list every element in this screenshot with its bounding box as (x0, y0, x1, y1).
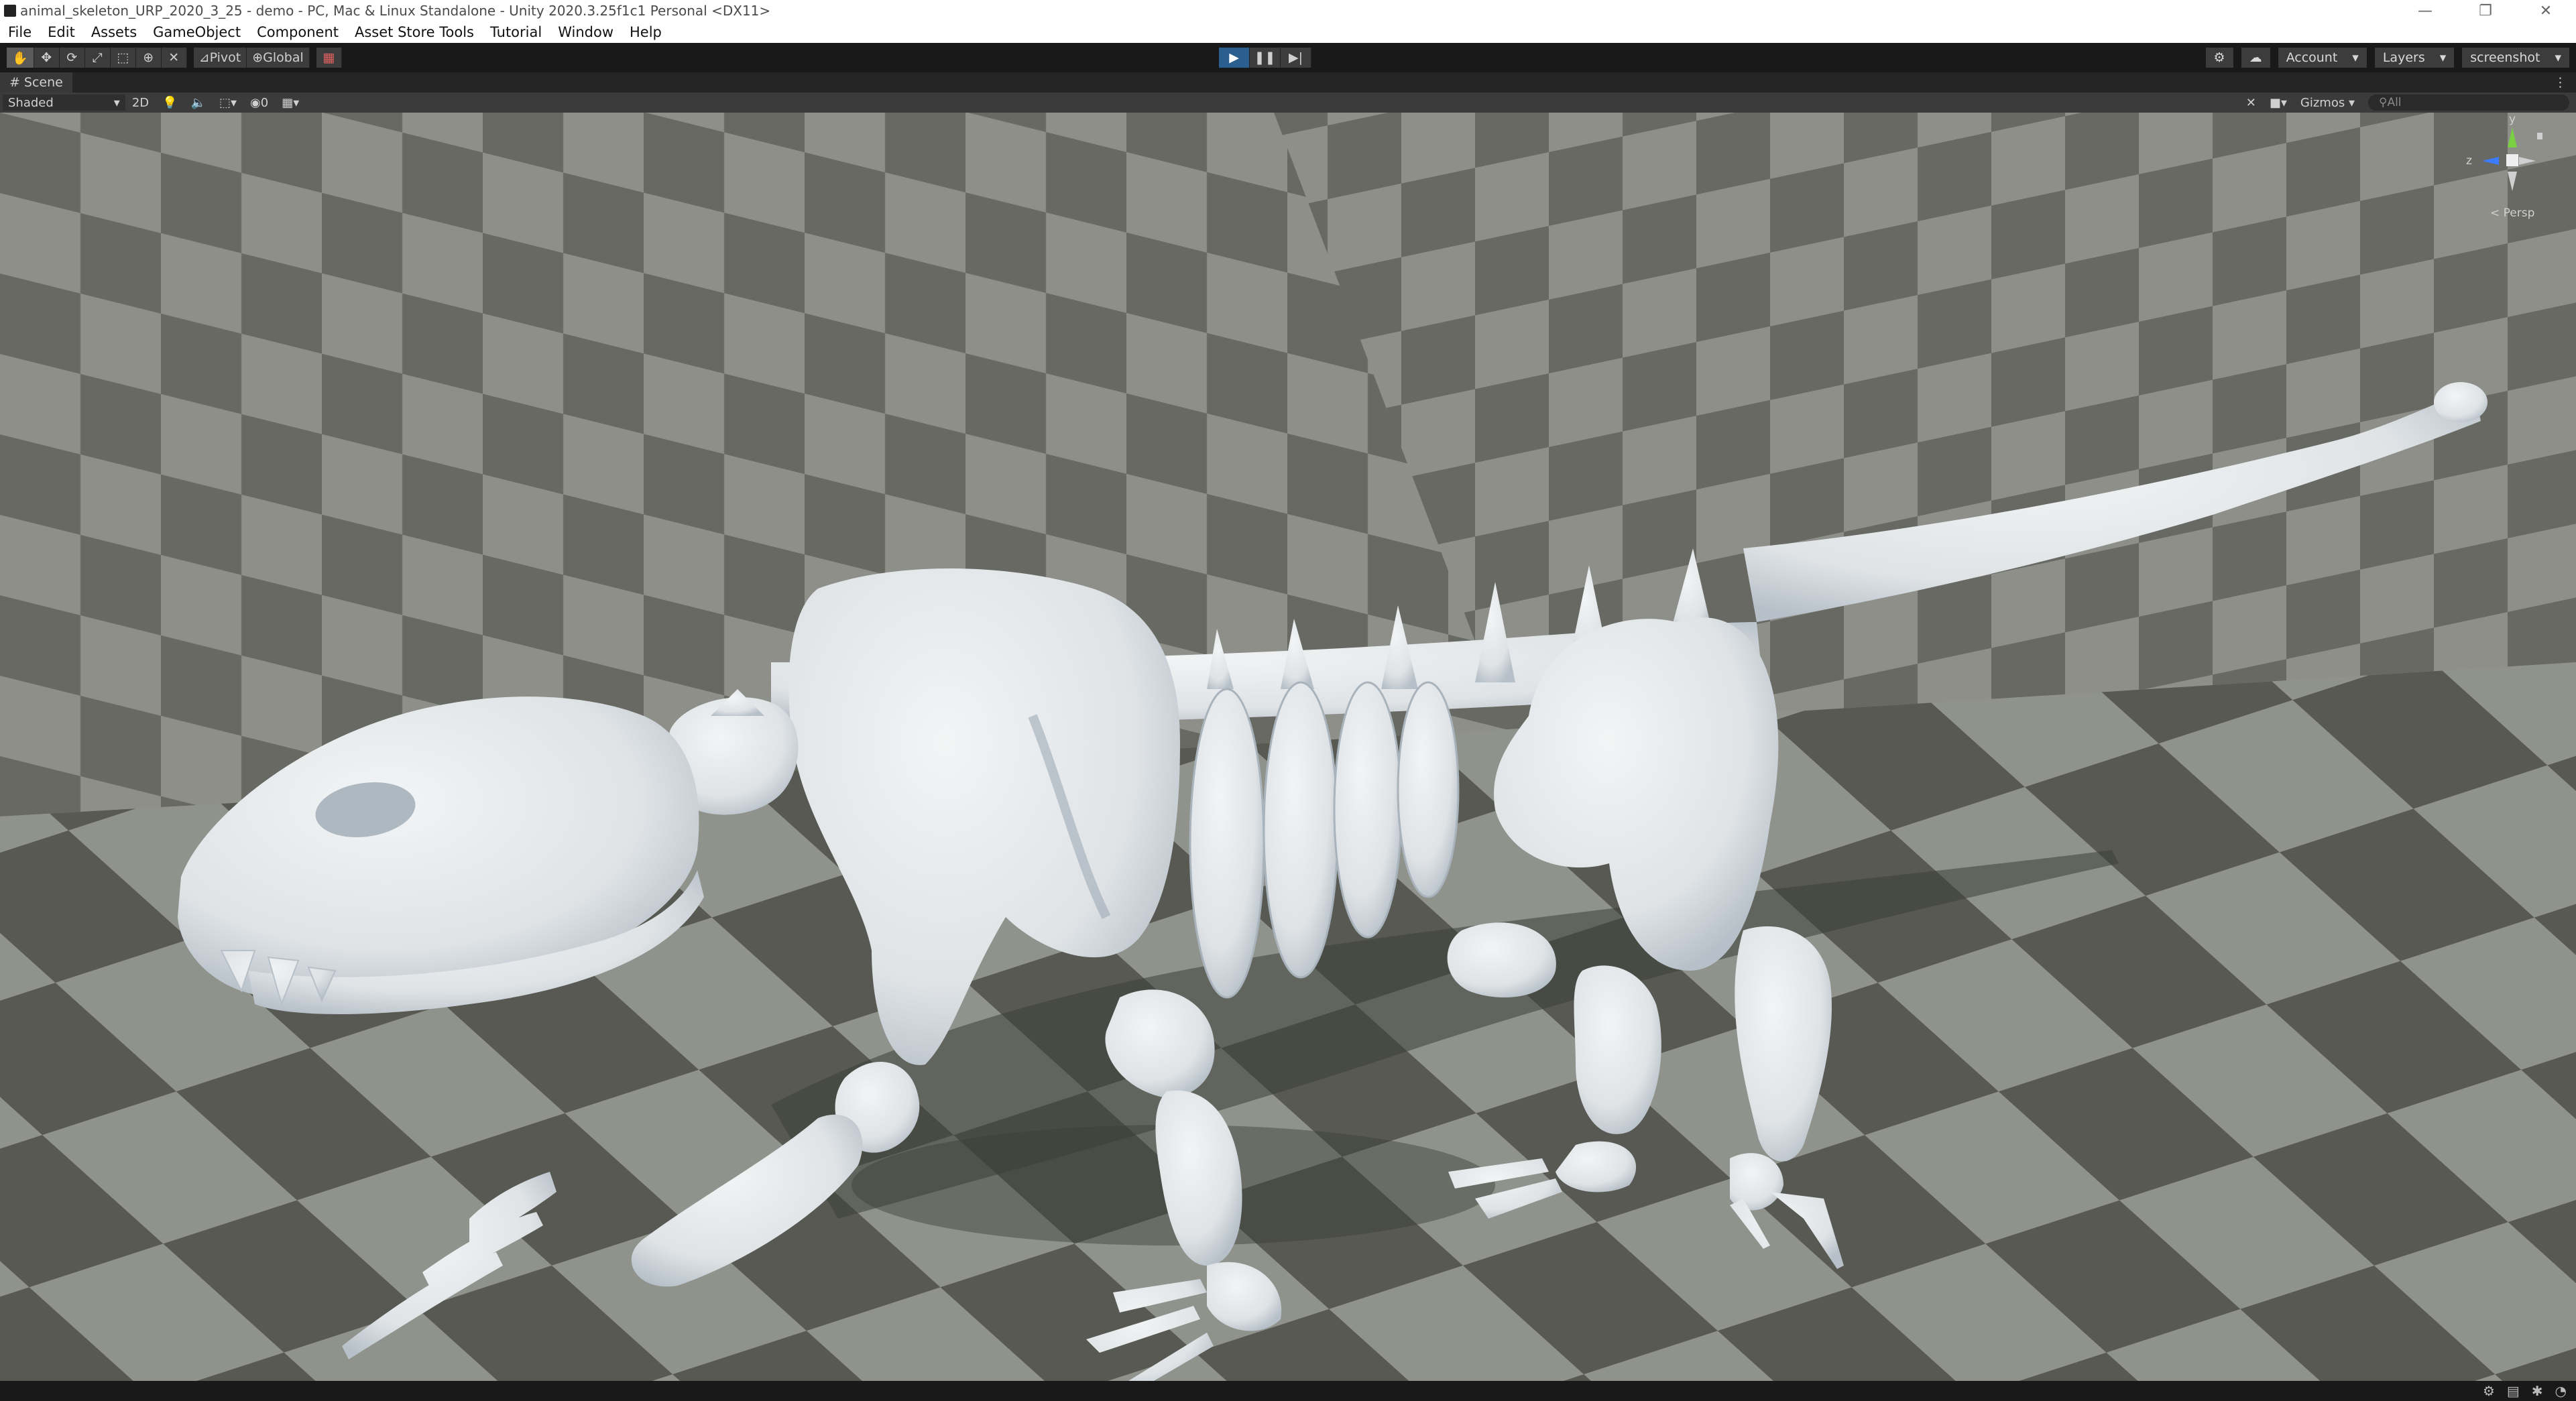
layout-dropdown[interactable]: screenshot ▾ (2462, 48, 2569, 68)
scene-tab-bar: # Scene ⋮ (0, 72, 2576, 93)
title-bar: animal_skeleton_URP_2020_3_25 - demo - P… (0, 0, 2576, 21)
transform-tools: ✋ ✥ ⟳ ⤢ ⬚ ⊕ ✕ (7, 48, 187, 68)
pivot-toggle[interactable]: ⊿ Pivot (193, 48, 247, 68)
play-controls: ▶ ❚❚ ▶| (1219, 48, 1311, 68)
tab-scene-label: Scene (23, 75, 63, 90)
bug-icon[interactable]: ✱ (2532, 1383, 2543, 1399)
menu-asset-store-tools[interactable]: Asset Store Tools (347, 24, 482, 40)
chevron-down-icon: ▾ (2352, 50, 2359, 65)
effects-icon[interactable]: ⬚▾ (213, 96, 243, 110)
pivot-icon: ⊿ (198, 50, 210, 65)
tools-icon[interactable]: ✕ (2239, 96, 2263, 110)
account-label: Account (2286, 50, 2338, 65)
move-tool-icon[interactable]: ✥ (34, 48, 60, 68)
menu-tutorial[interactable]: Tutorial (482, 24, 550, 40)
orientation-gizmo[interactable]: y z < Persp (2462, 113, 2549, 221)
axis-z-label: z (2466, 154, 2472, 168)
rect-tool-icon[interactable]: ⬚ (110, 48, 136, 68)
scale-tool-icon[interactable]: ⤢ (84, 48, 111, 68)
global-label: Global (263, 50, 304, 65)
layers-label: Layers (2382, 50, 2425, 65)
window-controls: — ❐ ✕ (2395, 0, 2576, 21)
step-button[interactable]: ▶| (1281, 48, 1311, 68)
pause-button[interactable]: ❚❚ (1250, 48, 1281, 68)
camera-icon[interactable]: ■▾ (2263, 96, 2294, 110)
draw-mode-dropdown[interactable]: Shaded ▾ (3, 95, 125, 111)
menu-help[interactable]: Help (622, 24, 670, 40)
cloud-icon[interactable]: ☁ (2241, 48, 2270, 68)
scene-render (0, 113, 2576, 1381)
layout-label: screenshot (2470, 50, 2540, 65)
visibility-icon: ◉ (250, 95, 261, 110)
menu-edit[interactable]: Edit (40, 24, 83, 40)
menu-file[interactable]: File (0, 24, 40, 40)
unity-logo-icon (4, 5, 16, 17)
projection-label[interactable]: < Persp (2490, 206, 2534, 220)
rotate-tool-icon[interactable]: ⟳ (59, 48, 85, 68)
account-dropdown[interactable]: Account ▾ (2278, 48, 2367, 68)
minimize-button[interactable]: — (2395, 0, 2455, 21)
search-placeholder: All (2387, 96, 2402, 109)
global-icon: ⊕ (252, 50, 264, 65)
pivot-label: Pivot (209, 50, 241, 65)
status-bar: ⚙ ▤ ✱ ◔ (0, 1381, 2576, 1401)
debug-icon[interactable]: ⚙ (2483, 1383, 2495, 1399)
scene-search-input[interactable]: ⚲ All (2368, 95, 2569, 111)
menu-gameobject[interactable]: GameObject (145, 24, 249, 40)
gizmos-label: Gizmos (2300, 95, 2345, 110)
layers-dropdown[interactable]: Layers ▾ (2374, 48, 2455, 68)
menu-assets[interactable]: Assets (83, 24, 145, 40)
chevron-down-icon: ▾ (2439, 50, 2447, 65)
search-icon: ⚲ (2379, 96, 2388, 109)
chevron-down-icon: ▾ (113, 95, 120, 110)
play-button[interactable]: ▶ (1219, 48, 1250, 68)
hand-tool-icon[interactable]: ✋ (7, 48, 34, 68)
menu-component[interactable]: Component (249, 24, 347, 40)
progress-icon[interactable]: ◔ (2555, 1383, 2567, 1399)
grid-icon[interactable]: ▦▾ (275, 96, 306, 110)
chevron-down-icon: ▾ (2555, 50, 2561, 65)
pivot-group: ⊿ Pivot ⊕ Global (193, 48, 310, 68)
hidden-objects-toggle[interactable]: ◉0 (243, 96, 275, 110)
scene-toolbar: Shaded ▾ 2D 💡 🔈 ⬚▾ ◉0 ▦▾ ✕ ■▾ Gizmos ▾ (0, 93, 2576, 113)
draw-mode-label: Shaded (8, 95, 54, 110)
cache-icon[interactable]: ▤ (2507, 1383, 2520, 1399)
lighting-icon[interactable]: 💡 (156, 96, 184, 110)
menu-window[interactable]: Window (550, 24, 622, 40)
hidden-count: 0 (260, 95, 269, 110)
custom-tool-icon[interactable]: ✕ (161, 48, 187, 68)
close-button[interactable]: ✕ (2516, 0, 2576, 21)
collab-icon[interactable]: ⚙ (2205, 48, 2233, 68)
snap-group: ▦ (316, 48, 342, 68)
window-title: animal_skeleton_URP_2020_3_25 - demo - P… (20, 3, 771, 19)
scene-icon: # (9, 75, 20, 90)
audio-icon[interactable]: 🔈 (184, 96, 213, 110)
transform-tool-icon[interactable]: ⊕ (135, 48, 162, 68)
restore-button[interactable]: ❐ (2455, 0, 2516, 21)
grid-snap-icon[interactable]: ▦ (316, 48, 342, 68)
gizmos-dropdown[interactable]: Gizmos ▾ (2294, 96, 2361, 110)
2d-toggle[interactable]: 2D (125, 96, 156, 110)
tab-scene[interactable]: # Scene (0, 72, 72, 93)
toolbar-right: ⚙ ☁ Account ▾ Layers ▾ screenshot ▾ (2205, 48, 2569, 68)
menu-bar: File Edit Assets GameObject Component As… (0, 21, 2576, 43)
axis-y-label: y (2509, 113, 2516, 126)
tab-menu-icon[interactable]: ⋮ (2554, 75, 2567, 90)
scene-viewport[interactable]: y z < Persp (0, 113, 2576, 1381)
global-toggle[interactable]: ⊕ Global (247, 48, 310, 68)
